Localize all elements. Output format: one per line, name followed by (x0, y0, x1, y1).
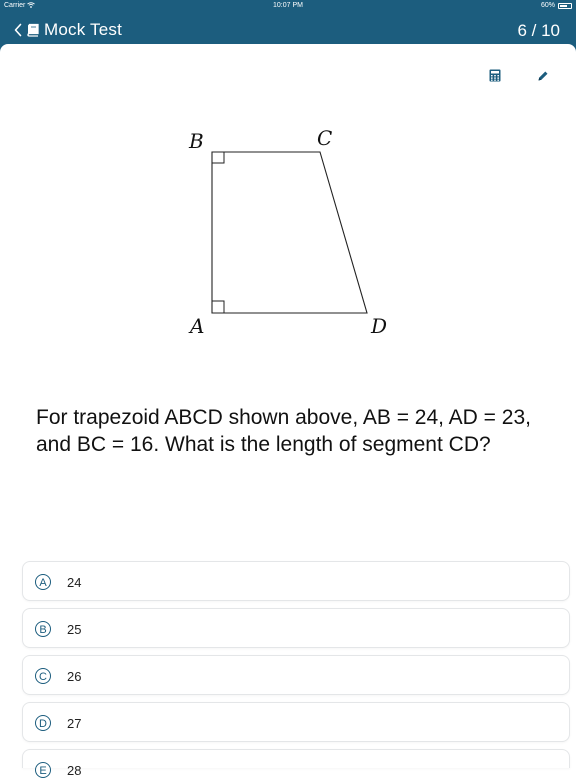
choice-text: 26 (67, 669, 82, 684)
battery-percent: 60% (540, 2, 555, 9)
nav-bar: Mock Test 6 / 10 (0, 14, 576, 46)
answer-choice-c[interactable]: C 26 (22, 655, 570, 695)
question-progress: 6 / 10 (517, 21, 560, 40)
pencil-icon (538, 71, 548, 81)
status-bar: Carrier 10:07 PM 60% (0, 0, 576, 12)
choice-text: 24 (67, 575, 82, 590)
page-title: Mock Test (44, 20, 123, 39)
pencil-button[interactable] (537, 69, 549, 87)
choice-letter-badge: E (35, 762, 51, 778)
choice-letter-badge: B (35, 621, 51, 637)
chevron-left-icon (14, 23, 22, 37)
right-angle-marker-a (212, 300, 225, 313)
vertex-label-d: D (370, 314, 387, 338)
choice-text: 28 (67, 763, 82, 778)
calculator-icon (489, 69, 501, 82)
back-button[interactable]: Mock Test (14, 16, 122, 44)
choice-letter-badge: C (35, 668, 51, 684)
book-icon (27, 23, 39, 37)
status-time: 10:07 PM (273, 2, 303, 9)
right-angle-marker-b (212, 152, 225, 164)
vertex-label-b: B (188, 129, 204, 153)
answer-choice-b[interactable]: B 25 (22, 608, 570, 648)
battery-icon (558, 3, 572, 9)
vertex-label-c: C (317, 126, 332, 150)
choice-letter-badge: A (35, 574, 51, 590)
answer-choice-e[interactable]: E 28 (22, 749, 570, 778)
choice-text: 25 (67, 622, 82, 637)
trapezoid-figure: B C A D (188, 126, 387, 338)
status-battery: 60% (541, 0, 572, 12)
answer-choice-a[interactable]: A 24 (22, 561, 570, 601)
calculator-button[interactable] (489, 69, 501, 87)
vertex-label-a: A (188, 314, 204, 338)
choice-text: 27 (67, 716, 82, 731)
question-text: For trapezoid ABCD shown above, AB = 24,… (36, 406, 531, 456)
answer-choice-d[interactable]: D 27 (22, 702, 570, 742)
choice-letter-badge: D (35, 715, 51, 731)
trapezoid-shape (211, 151, 368, 314)
